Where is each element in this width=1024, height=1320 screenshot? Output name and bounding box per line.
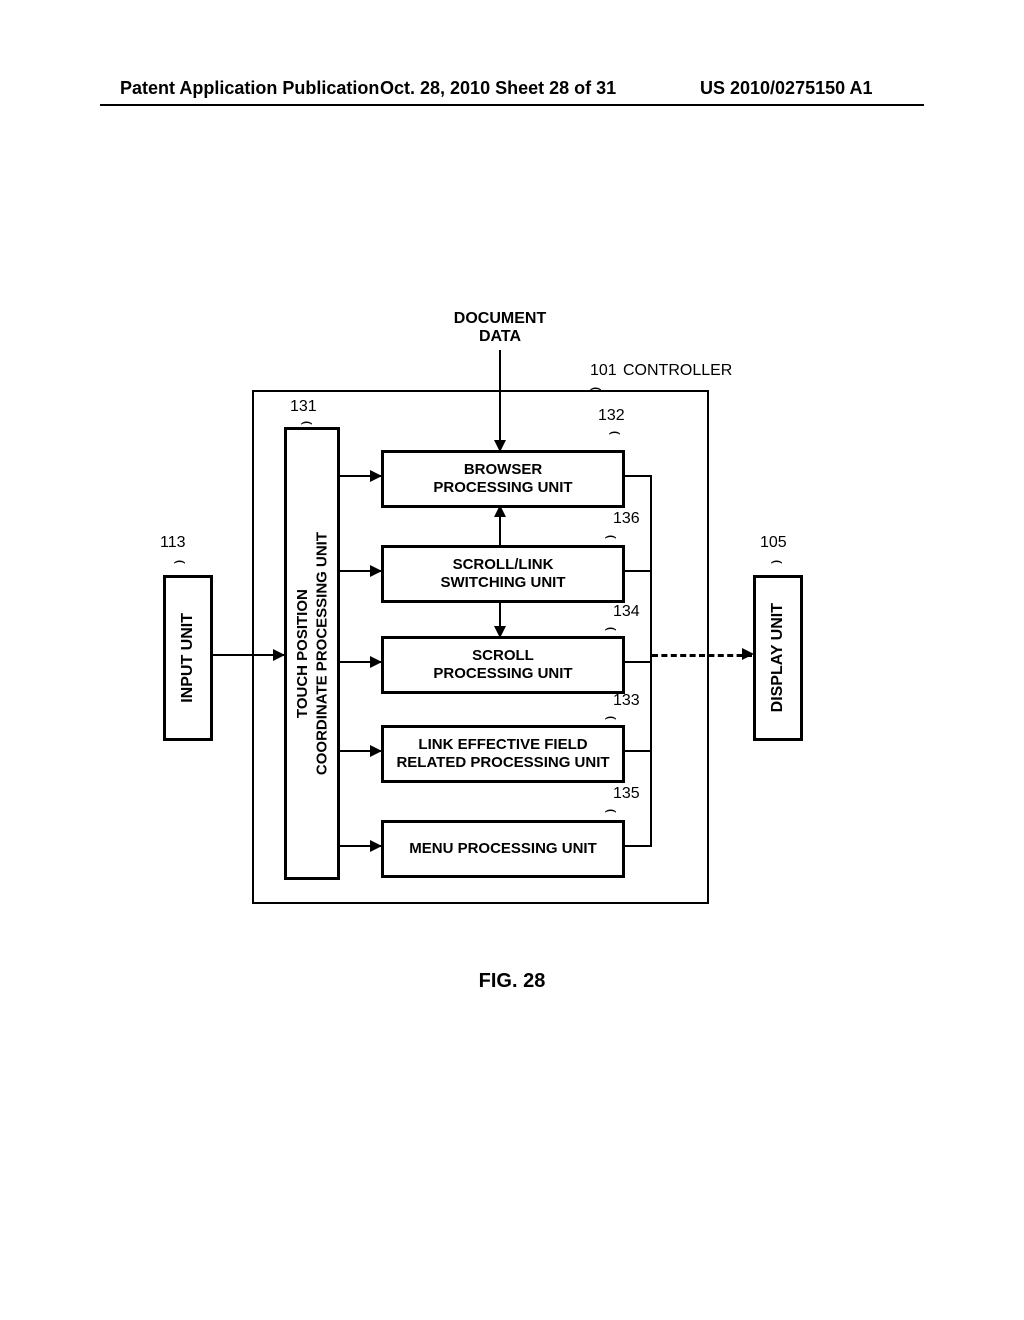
display-unit-label: DISPLAY UNIT [768, 603, 787, 712]
tpc-unit-label: TOUCH POSITION COORDINATE PROCESSING UNI… [293, 532, 332, 775]
scrolllink-unit-label: SCROLL/LINK SWITCHING UNIT [441, 556, 566, 592]
arrowhead-right-icon [370, 745, 382, 757]
connector [622, 570, 652, 572]
block-diagram: DOCUMENT DATA 101 CONTROLLER ⌢ INPUT UNI… [0, 0, 1024, 1320]
arrowhead-right-icon [370, 840, 382, 852]
leader-curve: ⌢ [604, 525, 617, 548]
leader-curve: ⌢ [300, 411, 313, 434]
menu-unit-label: MENU PROCESSING UNIT [409, 840, 597, 858]
connector [622, 750, 652, 752]
figure-caption: FIG. 28 [0, 970, 1024, 993]
scroll-link-switching-unit-box: SCROLL/LINK SWITCHING UNIT [381, 545, 625, 603]
arrowhead-right-icon [273, 649, 285, 661]
link-unit-label: LINK EFFECTIVE FIELD RELATED PROCESSING … [396, 736, 609, 772]
leader-curve: ⌢ [604, 799, 617, 822]
connector [499, 350, 501, 450]
input-unit-box: INPUT UNIT [163, 575, 213, 741]
connector-dashed [652, 654, 752, 657]
arrowhead-right-icon [742, 648, 754, 660]
arrowhead-down-icon [494, 626, 506, 638]
arrowhead-up-icon [494, 505, 506, 517]
link-effective-field-unit-box: LINK EFFECTIVE FIELD RELATED PROCESSING … [381, 725, 625, 783]
browser-processing-unit-box: BROWSER PROCESSING UNIT [381, 450, 625, 508]
leader-curve: ⌢ [589, 377, 602, 400]
connector [622, 845, 652, 847]
label-controller: CONTROLLER [623, 362, 732, 380]
connector [622, 475, 652, 477]
touch-position-coord-unit-box: TOUCH POSITION COORDINATE PROCESSING UNI… [284, 427, 340, 880]
leader-curve: ⌢ [604, 706, 617, 729]
arrowhead-right-icon [370, 565, 382, 577]
browser-unit-label: BROWSER PROCESSING UNIT [433, 461, 572, 497]
label-document-data: DOCUMENT DATA [420, 310, 580, 346]
leader-curve: ⌢ [608, 421, 621, 444]
arrowhead-right-icon [370, 470, 382, 482]
arrowhead-right-icon [370, 656, 382, 668]
scroll-unit-label: SCROLL PROCESSING UNIT [433, 647, 572, 683]
scroll-processing-unit-box: SCROLL PROCESSING UNIT [381, 636, 625, 694]
display-unit-box: DISPLAY UNIT [753, 575, 803, 741]
menu-processing-unit-box: MENU PROCESSING UNIT [381, 820, 625, 878]
leader-curve: ⌢ [604, 617, 617, 640]
leader-curve: ⌢ [770, 550, 783, 573]
input-unit-label: INPUT UNIT [178, 613, 197, 703]
connector [622, 661, 652, 663]
leader-curve: ⌢ [173, 550, 186, 573]
